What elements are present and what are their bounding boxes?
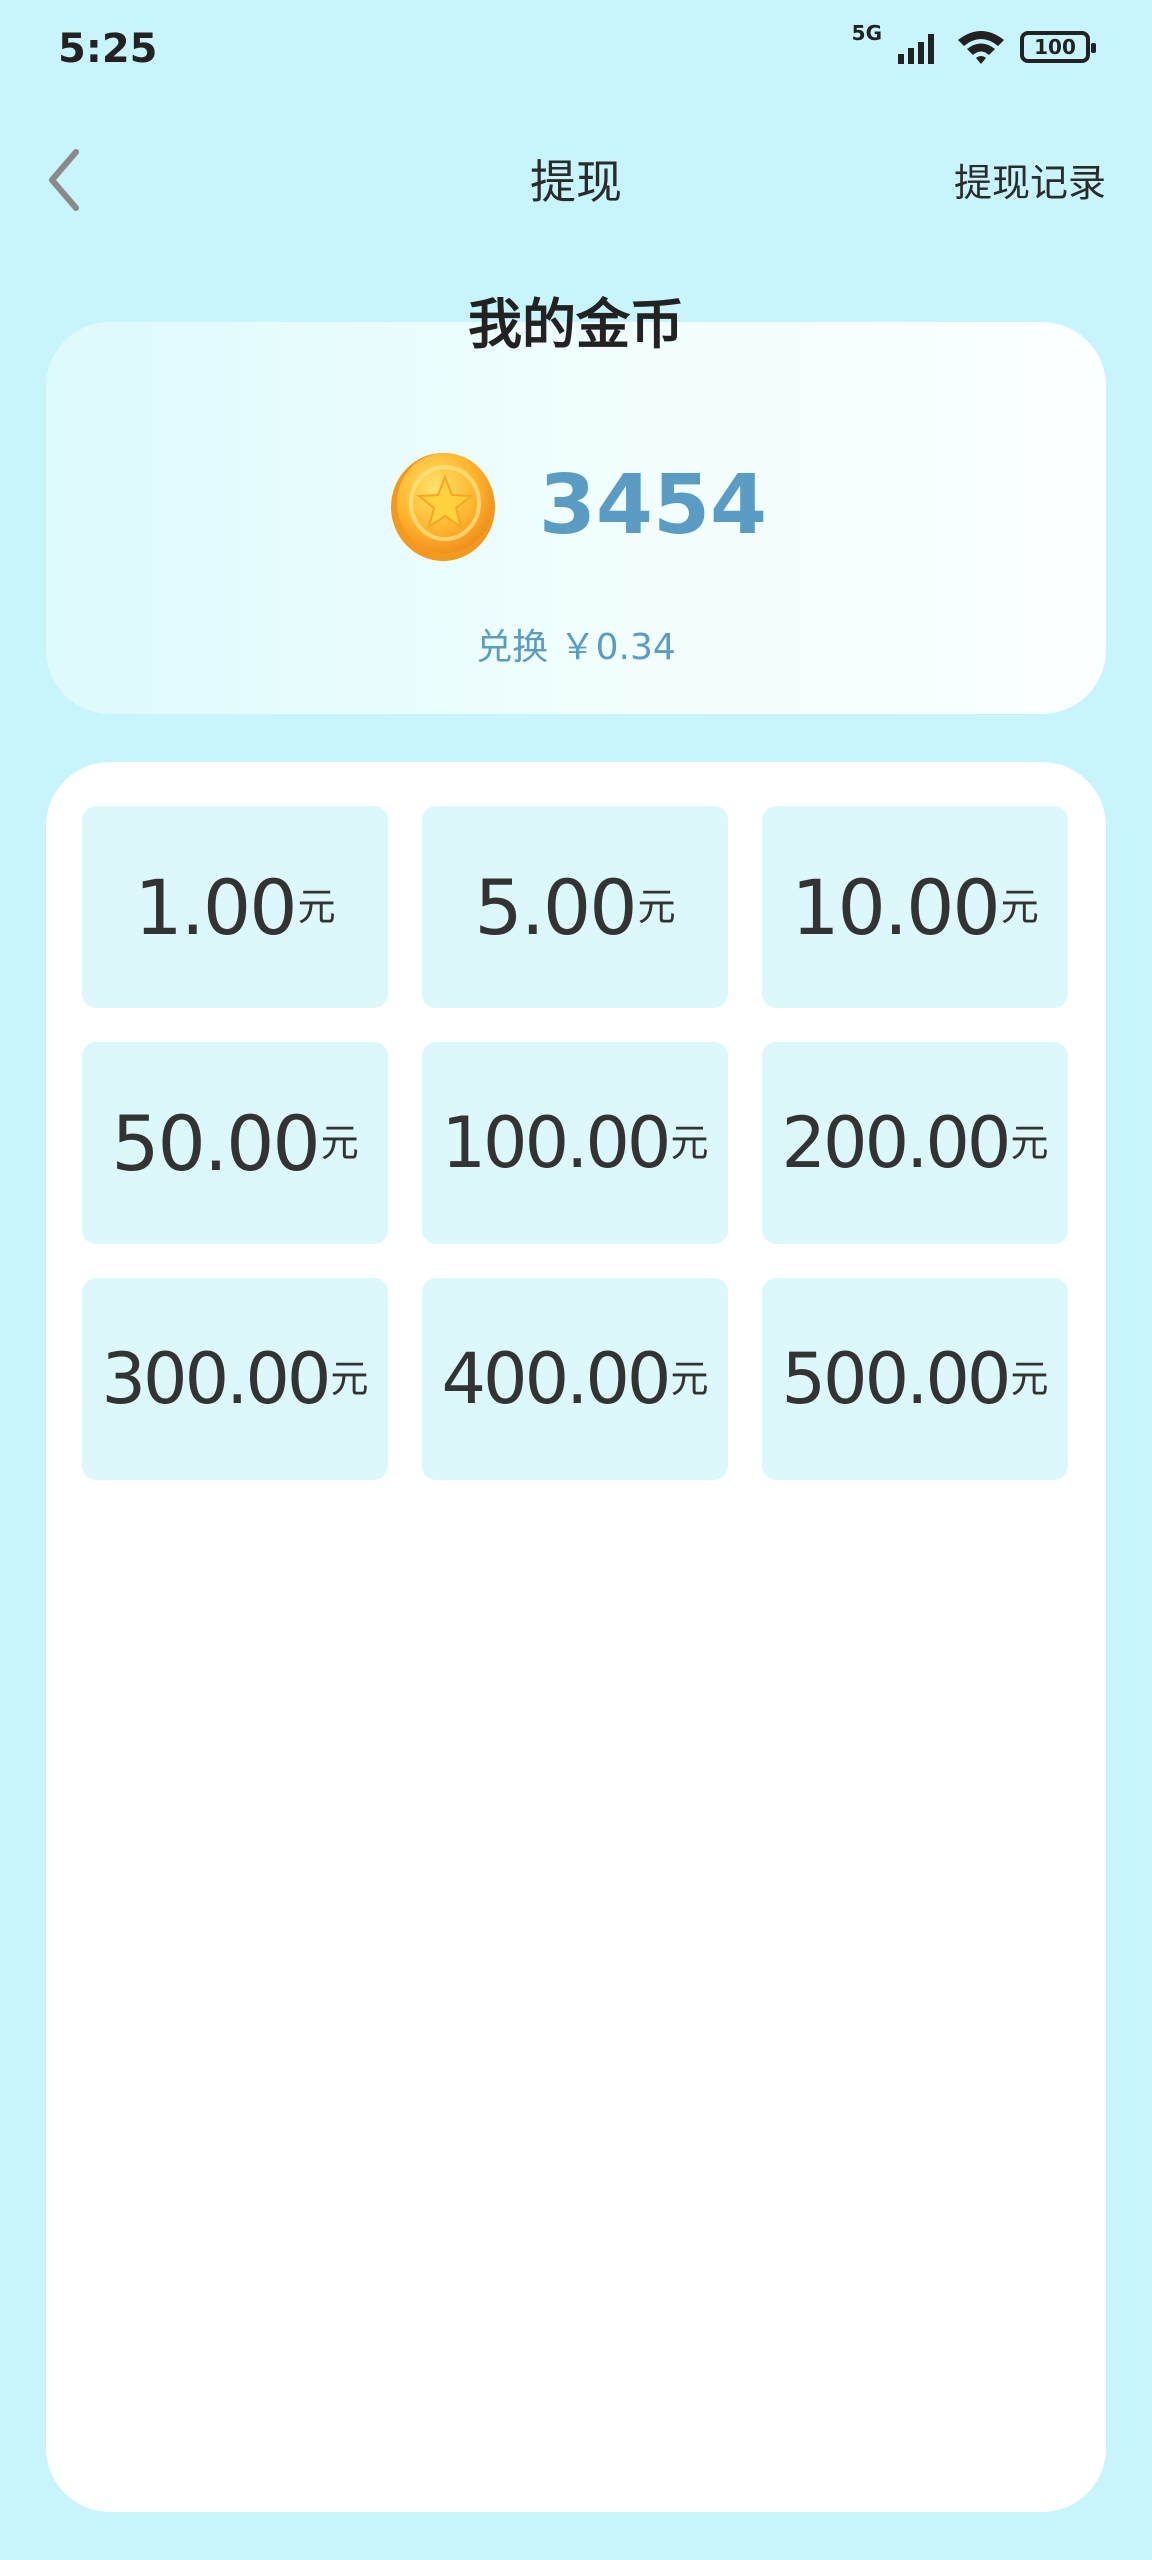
battery-icon: 100: [1020, 31, 1096, 63]
amount-option-value: 200.00: [781, 1102, 1012, 1184]
withdraw-page: 5:25 5G 100 提现 提现记录 我的金币 3454 兑换 ￥0.34 1…: [0, 0, 1152, 2560]
amount-option-unit: 元: [670, 1356, 709, 1401]
amount-option-500[interactable]: 500.00 元: [762, 1278, 1068, 1480]
amount-option-unit: 元: [1010, 1120, 1049, 1165]
amount-option-value: 10.00: [791, 862, 1001, 952]
amount-option-unit: 元: [637, 884, 676, 929]
amount-grid: 1.00 元 5.00 元 10.00 元 50.00 元 100.00 元 200.00…: [82, 806, 1068, 1480]
amount-option-value: 5.00: [474, 862, 637, 952]
status-icons: 5G 100: [852, 21, 1096, 66]
withdraw-amount-panel: 1.00 元 5.00 元 10.00 元 50.00 元 100.00 元 200.00…: [46, 762, 1106, 2512]
amount-option-value: 500.00: [781, 1338, 1012, 1420]
amount-option-value: 50.00: [111, 1098, 321, 1188]
amount-option-1[interactable]: 1.00 元: [82, 806, 388, 1008]
battery-level: 100: [1034, 35, 1076, 59]
gold-coin-icon: [390, 453, 495, 561]
amount-option-5[interactable]: 5.00 元: [422, 806, 728, 1008]
signal-icon: [898, 34, 934, 64]
amount-option-50[interactable]: 50.00 元: [82, 1042, 388, 1244]
amount-option-unit: 元: [670, 1120, 709, 1165]
coin-balance-row: 3454: [0, 440, 1152, 570]
coin-amount: 3454: [538, 457, 768, 553]
network-type-label: 5G: [851, 21, 882, 45]
amount-option-unit: 元: [1010, 1356, 1049, 1401]
amount-option-value: 1.00: [134, 862, 297, 952]
status-time: 5:25: [58, 26, 158, 72]
amount-option-value: 400.00: [441, 1338, 672, 1420]
amount-option-400[interactable]: 400.00 元: [422, 1278, 728, 1480]
amount-option-unit: 元: [330, 1356, 369, 1401]
amount-option-100[interactable]: 100.00 元: [422, 1042, 728, 1244]
wifi-icon: [958, 31, 1004, 64]
amount-option-unit: 元: [320, 1120, 359, 1165]
amount-option-value: 100.00: [441, 1102, 672, 1184]
amount-option-value: 300.00: [101, 1338, 332, 1420]
withdraw-record-link[interactable]: 提现记录: [954, 152, 1106, 207]
status-bar: 5:25 5G 100: [0, 0, 1152, 110]
coin-exchange-value: 兑换 ￥0.34: [476, 627, 676, 668]
amount-option-unit: 元: [1000, 884, 1039, 929]
amount-option-unit: 元: [297, 884, 336, 929]
coin-card-title: 我的金币: [468, 293, 684, 356]
amount-option-10[interactable]: 10.00 元: [762, 806, 1068, 1008]
amount-option-200[interactable]: 200.00 元: [762, 1042, 1068, 1244]
amount-option-300[interactable]: 300.00 元: [82, 1278, 388, 1480]
